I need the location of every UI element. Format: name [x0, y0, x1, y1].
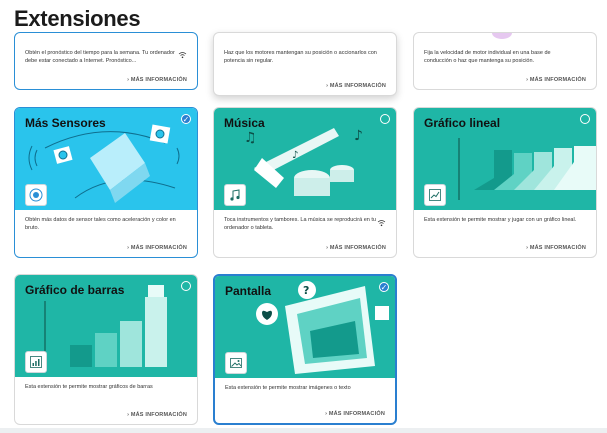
- line-chart-icon: [424, 184, 446, 206]
- card-description: Haz que los motores mantengan su posició…: [224, 50, 377, 64]
- scroll-bottom-area: [0, 428, 607, 433]
- more-info-link[interactable]: › MÁS INFORMACIÓN: [127, 77, 187, 83]
- card-description: Obtén más datos de sensor tales como ace…: [25, 217, 176, 231]
- more-info-link[interactable]: › MÁS INFORMACIÓN: [325, 411, 385, 417]
- svg-text:?: ?: [303, 284, 309, 297]
- card-title: Música: [224, 116, 265, 130]
- card-description: Toca instrumentos y tambores. La música …: [224, 217, 376, 231]
- card-title: Más Sensores: [25, 116, 106, 130]
- card-description: Fija la velocidad de motor individual en…: [424, 50, 551, 64]
- extension-card-motors[interactable]: Haz que los motores mantengan su posició…: [213, 32, 397, 96]
- page-title: Extensiones: [14, 6, 141, 31]
- extension-card-bar-graph[interactable]: Gráfico de barras Esta extensión te perm…: [14, 274, 198, 425]
- card-title: Gráfico de barras: [25, 283, 125, 297]
- svg-text:♪: ♪: [354, 128, 363, 144]
- more-info-link[interactable]: › MÁS INFORMACIÓN: [127, 412, 187, 418]
- more-info-link[interactable]: › MÁS INFORMACIÓN: [326, 83, 386, 89]
- wifi-icon: [178, 51, 187, 61]
- more-info-link[interactable]: › MÁS INFORMACIÓN: [526, 245, 586, 251]
- sensor-icon: [25, 184, 47, 206]
- bar-chart-icon: [25, 351, 47, 373]
- selected-check-icon[interactable]: ✓: [181, 114, 191, 124]
- image-icon: [225, 352, 247, 374]
- card-art: [492, 33, 512, 39]
- svg-text:♪: ♪: [292, 150, 298, 161]
- wifi-icon: [377, 219, 386, 229]
- more-info-link[interactable]: › MÁS INFORMACIÓN: [326, 245, 386, 251]
- card-description: Esta extensión te permite mostrar gráfic…: [25, 384, 153, 390]
- extension-card-display[interactable]: ? Pantalla ✓ Esta extensión te permite m…: [213, 274, 397, 425]
- more-info-link[interactable]: › MÁS INFORMACIÓN: [127, 245, 187, 251]
- unselected-circle-icon[interactable]: [380, 114, 390, 124]
- music-icon: [224, 184, 246, 206]
- selected-check-icon[interactable]: ✓: [379, 282, 389, 292]
- card-title: Gráfico lineal: [424, 116, 501, 130]
- card-title: Pantalla: [225, 284, 272, 298]
- extension-card-drive-base[interactable]: Fija la velocidad de motor individual en…: [413, 32, 597, 90]
- card-description: Obtén el pronóstico del tiempo para la s…: [25, 50, 175, 64]
- extension-card-music[interactable]: ♫ ♪ ♪ Música Toca instrumentos y tambore…: [213, 107, 397, 258]
- extension-card-line-graph[interactable]: Gráfico lineal Esta extensión te permite…: [413, 107, 597, 258]
- card-description: Esta extensión te permite mostrar imágen…: [225, 385, 351, 391]
- extension-card-weather[interactable]: Obtén el pronóstico del tiempo para la s…: [14, 32, 198, 90]
- unselected-circle-icon[interactable]: [580, 114, 590, 124]
- extension-card-more-sensors[interactable]: Más Sensores ✓ Obtén más datos de sensor…: [14, 107, 198, 258]
- card-description: Esta extensión te permite mostrar y juga…: [424, 217, 577, 223]
- unselected-circle-icon[interactable]: [181, 281, 191, 291]
- more-info-link[interactable]: › MÁS INFORMACIÓN: [526, 77, 586, 83]
- svg-text:♫: ♫: [244, 130, 257, 146]
